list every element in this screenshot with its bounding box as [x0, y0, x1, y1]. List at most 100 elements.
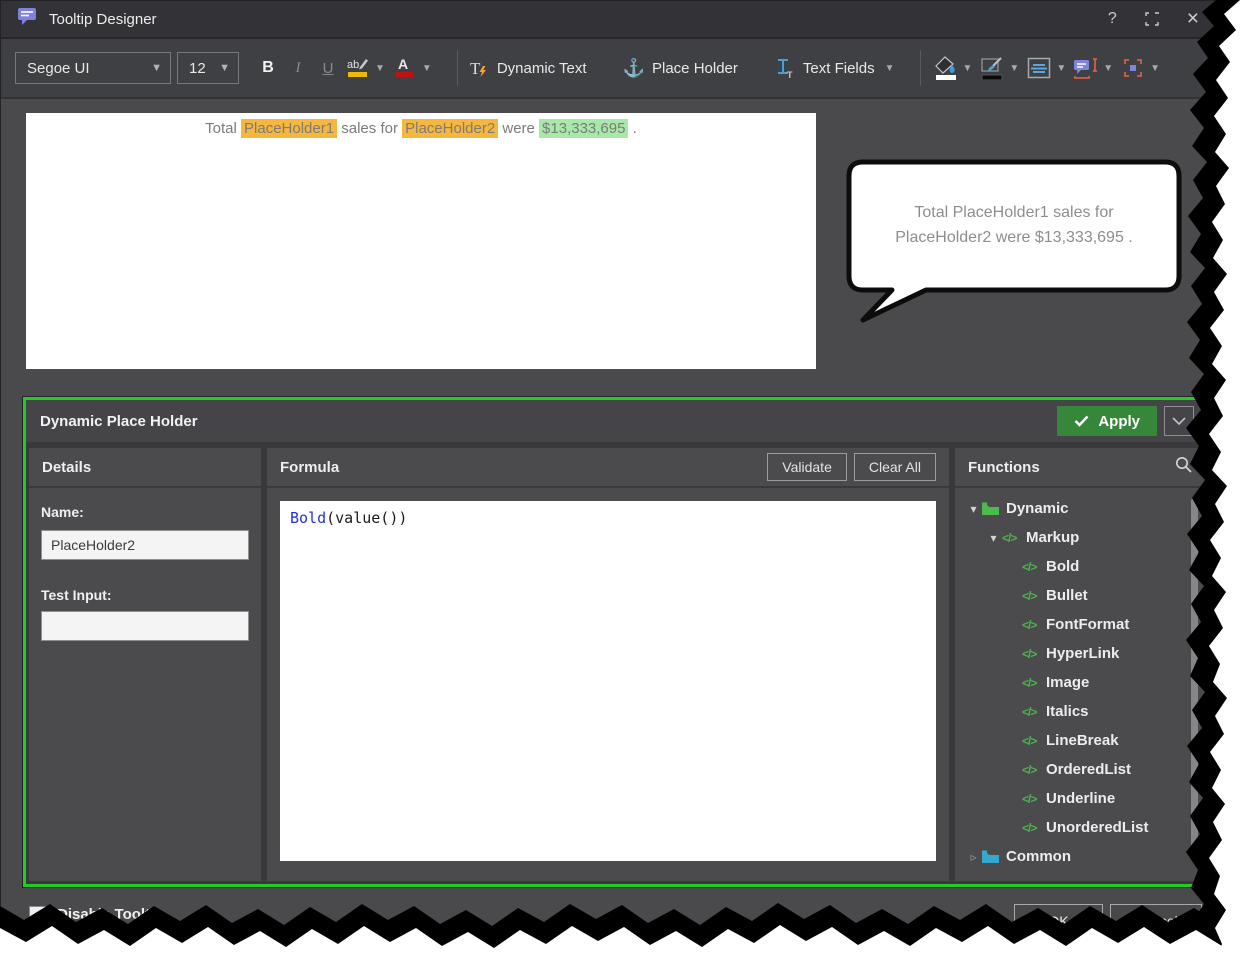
tree-item-image[interactable]: </>Image — [955, 668, 1205, 697]
text-alignment-dropdown-arrow[interactable]: ▼ — [1056, 63, 1066, 74]
font-color-button[interactable]: A — [390, 50, 420, 86]
tree-item-bold[interactable]: </>Bold — [955, 552, 1205, 581]
tree-item-label: Dynamic — [1006, 500, 1069, 517]
tree-item-fontformat[interactable]: </>FontFormat — [955, 610, 1205, 639]
tree-collapse-icon[interactable]: ▾ — [965, 502, 982, 516]
tooltip-designer-window: Tooltip Designer ? × Segoe UI ▼ 12 ▼ B I… — [0, 0, 1216, 942]
test-input-field[interactable] — [41, 611, 249, 641]
text-fields-label: Text Fields — [803, 60, 875, 77]
disable-tooltip-label: Disable Tooltip — [57, 906, 163, 923]
fill-color-button[interactable] — [931, 50, 961, 86]
position-button[interactable] — [1118, 50, 1148, 86]
anchor-icon: ⚓ — [623, 59, 645, 77]
disable-tooltip-row: Disable Tooltip — [29, 906, 163, 923]
functions-title: Functions — [968, 459, 1040, 476]
tree-item-label: Bullet — [1046, 587, 1088, 604]
font-color-dropdown-arrow[interactable]: ▼ — [422, 63, 432, 74]
text-fields-dropdown-arrow[interactable]: ▼ — [885, 63, 895, 74]
dynamic-text-button[interactable]: T Dynamic Text — [468, 57, 587, 79]
tree-item-dynamic[interactable]: ▾ Dynamic — [955, 494, 1205, 523]
editor-text: were — [498, 120, 539, 137]
highlight-dropdown-arrow[interactable]: ▼ — [375, 63, 385, 74]
maximize-icon[interactable] — [1145, 12, 1159, 26]
apply-button[interactable]: Apply — [1057, 406, 1157, 436]
border-brush-dropdown-arrow[interactable]: ▼ — [1009, 63, 1019, 74]
editor-text: Total — [205, 120, 241, 137]
apply-label: Apply — [1098, 413, 1140, 430]
position-icon — [1121, 56, 1145, 80]
details-title: Details — [42, 459, 91, 476]
font-family-combobox[interactable]: Segoe UI ▼ — [15, 52, 171, 84]
code-tag-icon: </> — [1022, 734, 1044, 748]
tree-item-label: Common — [1006, 848, 1071, 865]
placeholder1-token[interactable]: PlaceHolder1 — [241, 119, 337, 138]
bold-button[interactable]: B — [253, 50, 283, 86]
close-button[interactable]: × — [1187, 7, 1199, 31]
fill-color-dropdown-arrow[interactable]: ▼ — [963, 63, 973, 74]
highlight-color-button[interactable]: ab — [343, 50, 373, 86]
name-input[interactable] — [41, 530, 249, 560]
cancel-button[interactable]: Cancel — [1110, 904, 1202, 938]
check-icon — [1074, 415, 1089, 427]
toolbar-separator — [607, 50, 613, 86]
border-brush-button[interactable] — [977, 50, 1007, 86]
validate-button[interactable]: Validate — [767, 453, 847, 481]
italic-button[interactable]: I — [283, 50, 313, 86]
text-alignment-button[interactable] — [1024, 50, 1054, 86]
panel-body: Details Name: Test Input: Formula Valida… — [29, 448, 1205, 881]
tree-item-markup[interactable]: ▾</>Markup — [955, 523, 1205, 552]
text-fields-icon: T — [774, 57, 796, 79]
chevron-down-icon: ▼ — [209, 62, 230, 74]
tree-item-orderedlist[interactable]: </>OrderedList — [955, 755, 1205, 784]
tooltip-text-editor[interactable]: Total PlaceHolder1 sales for PlaceHolder… — [26, 113, 816, 369]
chevron-down-icon — [1172, 417, 1186, 425]
collapse-panel-button[interactable] — [1164, 406, 1194, 436]
dynamic-place-holder-panel: Dynamic Place Holder Apply Details Name:… — [23, 397, 1211, 887]
tooltip-style-dropdown-arrow[interactable]: ▼ — [1103, 63, 1113, 74]
svg-text:T: T — [470, 59, 481, 78]
toolbar-separator — [457, 50, 458, 86]
tree-item-italics[interactable]: </>Italics — [955, 697, 1205, 726]
tree-item-hyperlink[interactable]: </>HyperLink — [955, 639, 1205, 668]
title-bar: Tooltip Designer ? × — [1, 1, 1215, 39]
editor-text: . — [628, 120, 636, 137]
tree-item-label: Image — [1046, 674, 1089, 691]
disable-tooltip-checkbox[interactable] — [29, 906, 46, 923]
clear-all-button[interactable]: Clear All — [854, 453, 936, 481]
tree-item-linebreak[interactable]: </>LineBreak — [955, 726, 1205, 755]
functions-panel: Functions ▾Dynamic▾</>Markup</>Bold</>Bu… — [955, 448, 1205, 881]
ok-button[interactable]: OK — [1014, 904, 1103, 938]
tree-item-label: Underline — [1046, 790, 1115, 807]
placeholder2-token[interactable]: PlaceHolder2 — [402, 119, 498, 138]
tree-item-label: HyperLink — [1046, 645, 1119, 662]
position-dropdown-arrow[interactable]: ▼ — [1150, 63, 1160, 74]
tree-item-bullet[interactable]: </>Bullet — [955, 581, 1205, 610]
formula-body: Bold(value()) — [267, 488, 949, 881]
font-size-combobox[interactable]: 12 ▼ — [177, 52, 239, 84]
tree-item-label: LineBreak — [1046, 732, 1119, 749]
details-body: Name: Test Input: — [29, 488, 261, 657]
formula-code-editor[interactable]: Bold(value()) — [280, 501, 936, 861]
tree-expand-icon[interactable]: ▹ — [965, 850, 982, 864]
help-button[interactable]: ? — [1108, 10, 1117, 28]
formula-title: Formula — [280, 459, 339, 476]
formula-keyword: Bold — [290, 509, 326, 527]
tree-item-unorderedlist[interactable]: </>UnorderedList — [955, 813, 1205, 842]
place-holder-button[interactable]: ⚓ Place Holder — [623, 59, 738, 77]
tree-collapse-icon[interactable]: ▾ — [985, 531, 1002, 545]
toolbar-separator — [758, 50, 764, 86]
underline-button[interactable]: U — [313, 50, 343, 86]
toolbar-separator — [920, 50, 921, 86]
tree-item-underline[interactable]: </>Underline — [955, 784, 1205, 813]
functions-tree: ▾Dynamic▾</>Markup</>Bold</>Bullet</>Fon… — [955, 494, 1205, 871]
amount-token[interactable]: $13,333,695 — [539, 119, 628, 138]
code-tag-icon: </> — [1022, 792, 1044, 806]
functions-scrollbar[interactable] — [1191, 498, 1198, 848]
panel-title: Dynamic Place Holder — [40, 413, 198, 430]
functions-header: Functions — [955, 448, 1205, 488]
text-fields-button[interactable]: T Text Fields ▼ — [774, 57, 900, 79]
tree-item-common[interactable]: ▹ Common — [955, 842, 1205, 871]
tooltip-style-button[interactable] — [1071, 50, 1101, 86]
search-icon[interactable] — [1175, 456, 1192, 478]
dynamic-text-label: Dynamic Text — [497, 60, 587, 77]
